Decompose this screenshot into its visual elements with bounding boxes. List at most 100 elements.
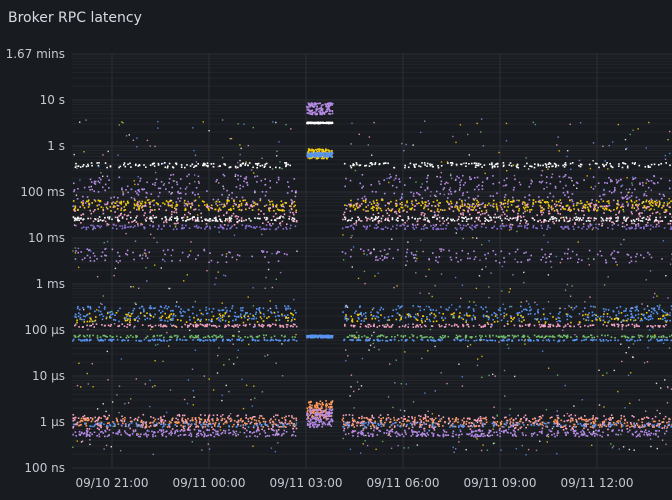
- point: [262, 313, 265, 315]
- point: [424, 164, 426, 166]
- point: [171, 211, 173, 213]
- point: [569, 199, 571, 202]
- point: [583, 214, 585, 216]
- point: [252, 166, 254, 169]
- point: [528, 420, 530, 422]
- point: [200, 212, 202, 215]
- point: [358, 339, 361, 341]
- point: [659, 220, 662, 222]
- point: [275, 212, 277, 215]
- point: [503, 179, 506, 182]
- point: [603, 313, 605, 315]
- point: [421, 336, 424, 339]
- point: [527, 338, 529, 341]
- point: [376, 335, 379, 338]
- point: [171, 249, 174, 251]
- point: [176, 414, 179, 417]
- point: [90, 212, 93, 215]
- point: [171, 319, 174, 321]
- point: [212, 162, 215, 165]
- point: [433, 340, 435, 342]
- point: [153, 165, 156, 167]
- point: [567, 209, 569, 211]
- point: [170, 204, 172, 207]
- point: [653, 200, 656, 203]
- point: [254, 175, 256, 178]
- point: [558, 201, 560, 203]
- point: [566, 318, 569, 321]
- point: [383, 326, 386, 328]
- point: [82, 165, 84, 168]
- point: [82, 213, 85, 216]
- point: [192, 336, 194, 338]
- point: [206, 323, 209, 326]
- point: [453, 420, 456, 423]
- point: [203, 201, 205, 203]
- point: [392, 309, 395, 311]
- point: [663, 418, 665, 420]
- point: [588, 226, 590, 229]
- point: [474, 316, 476, 319]
- point: [665, 324, 667, 326]
- point: [119, 260, 121, 262]
- point: [179, 338, 181, 341]
- point: [651, 200, 653, 202]
- point: [72, 338, 75, 341]
- point: [260, 325, 263, 327]
- point: [435, 224, 437, 226]
- point: [489, 336, 491, 338]
- scatter-chart[interactable]: 1.67 mins10 s1 s100 ms10 ms1 ms100 µs10 …: [0, 0, 672, 500]
- point: [104, 162, 107, 164]
- point: [526, 309, 528, 311]
- point: [584, 415, 586, 417]
- point: [605, 339, 608, 341]
- point: [360, 203, 363, 205]
- point: [357, 216, 359, 218]
- point: [247, 164, 249, 167]
- point: [657, 340, 659, 342]
- point: [237, 174, 239, 177]
- point: [559, 180, 562, 183]
- point: [507, 200, 509, 203]
- point: [462, 174, 464, 177]
- point: [163, 221, 165, 224]
- point: [380, 228, 383, 230]
- point: [598, 201, 600, 203]
- point: [244, 227, 247, 230]
- point: [550, 253, 552, 255]
- point: [212, 308, 215, 310]
- point: [630, 200, 633, 203]
- point: [149, 305, 152, 307]
- point: [381, 255, 383, 257]
- point: [541, 427, 544, 430]
- point: [175, 163, 178, 166]
- point: [90, 318, 92, 321]
- point: [198, 204, 200, 207]
- point: [416, 336, 419, 339]
- point: [241, 420, 243, 423]
- point: [487, 214, 490, 217]
- point: [352, 226, 354, 229]
- point: [186, 218, 189, 221]
- point: [447, 197, 449, 199]
- point: [341, 419, 344, 421]
- point: [659, 423, 661, 425]
- point: [343, 162, 346, 165]
- point: [558, 423, 561, 425]
- point: [240, 202, 243, 205]
- point: [442, 416, 445, 418]
- point: [508, 252, 511, 255]
- point: [412, 224, 415, 227]
- point: [161, 162, 163, 165]
- point: [535, 336, 538, 338]
- point: [551, 165, 553, 168]
- point: [211, 219, 214, 222]
- point: [504, 194, 507, 196]
- point: [271, 200, 273, 203]
- point: [144, 226, 146, 229]
- point: [228, 209, 230, 211]
- point: [423, 206, 426, 208]
- point: [367, 217, 369, 220]
- point: [383, 179, 385, 181]
- point: [499, 427, 501, 430]
